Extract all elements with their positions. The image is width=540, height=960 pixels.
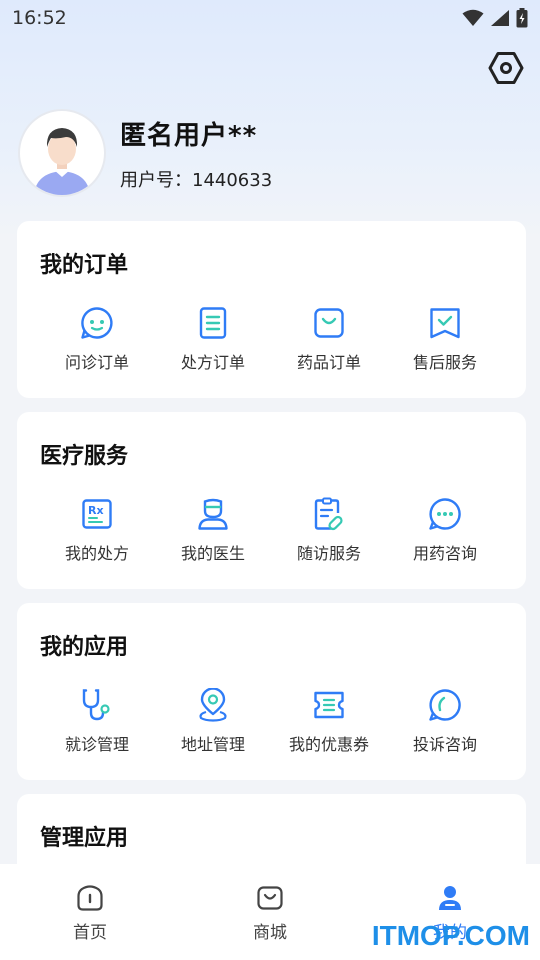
grid-item-complaint-consult[interactable]: 投诉咨询	[387, 687, 503, 757]
grid-item-followup[interactable]: 随访服务	[271, 496, 387, 566]
grid-label: 售后服务	[412, 353, 477, 372]
profile-header[interactable]: 匿名用户** 用户号：1440633	[18, 108, 518, 198]
card-title: 我的订单	[40, 253, 129, 278]
rx-icon: Rx	[79, 496, 115, 532]
grid-item-address-management[interactable]: 地址管理	[155, 687, 271, 757]
status-time: 16:52	[12, 7, 67, 29]
stethoscope-icon	[79, 687, 115, 723]
tab-label: 商城	[253, 923, 287, 943]
followup-icon	[311, 496, 347, 532]
after-sales-icon	[427, 305, 463, 341]
grid-item-medicine-order[interactable]: 药品订单	[271, 305, 387, 375]
grid-label: 地址管理	[180, 735, 245, 754]
user-icon	[439, 886, 461, 910]
status-icons	[462, 8, 528, 28]
grid-item-my-prescription[interactable]: Rx 我的处方	[39, 496, 155, 566]
chat-icon	[427, 496, 463, 532]
tab-shop[interactable]: 商城	[180, 864, 360, 960]
user-id-label: 用户号：	[120, 169, 192, 191]
grid-label: 药品订单	[296, 353, 361, 372]
profile-text: 匿名用户** 用户号：1440633	[120, 115, 272, 192]
grid-label: 随访服务	[296, 544, 361, 563]
grid-label: 我的医生	[180, 544, 245, 563]
grid-label: 就诊管理	[64, 735, 129, 754]
grid-item-prescription-order[interactable]: 处方订单	[155, 305, 271, 375]
card-my-orders: 我的订单 问诊订单 处方订单 药品订单 售后服务	[17, 221, 526, 398]
tab-label: 首页	[73, 923, 107, 943]
card-title: 管理应用	[40, 826, 129, 851]
location-icon	[195, 687, 231, 723]
coupon-icon	[311, 687, 347, 723]
signal-icon	[491, 10, 509, 26]
grid-item-my-doctor[interactable]: 我的医生	[155, 496, 271, 566]
avatar-person-icon	[34, 128, 90, 195]
status-bar: 16:52	[0, 0, 540, 36]
card-title: 我的应用	[40, 635, 129, 660]
grid-label: 投诉咨询	[412, 735, 477, 754]
card-title: 医疗服务	[40, 444, 129, 469]
svg-text:Rx: Rx	[88, 504, 104, 517]
grid-label: 问诊订单	[64, 353, 129, 372]
user-id-row: 用户号：1440633	[120, 166, 272, 192]
grid-item-after-sales[interactable]: 售后服务	[387, 305, 503, 375]
grid-item-visit-management[interactable]: 就诊管理	[39, 687, 155, 757]
grid-label: 处方订单	[180, 353, 245, 372]
avatar[interactable]	[18, 109, 106, 197]
doctor-icon	[195, 496, 231, 532]
home-icon	[77, 885, 103, 911]
shop-bag-icon	[257, 886, 283, 910]
tab-home[interactable]: 首页	[0, 864, 180, 960]
battery-icon	[516, 8, 528, 28]
prescription-order-icon	[195, 305, 231, 341]
grid-item-my-coupons[interactable]: 我的优惠券	[271, 687, 387, 757]
grid-item-medication-consult[interactable]: 用药咨询	[387, 496, 503, 566]
complaint-icon	[427, 687, 463, 723]
consult-order-icon	[79, 305, 115, 341]
medicine-order-icon	[311, 305, 347, 341]
user-name: 匿名用户**	[120, 120, 258, 151]
grid-label: 用药咨询	[412, 544, 477, 563]
card-my-apps: 我的应用 就诊管理 地址管理 我的优惠券 投诉咨询	[17, 603, 526, 780]
settings-button[interactable]	[488, 50, 524, 86]
grid-label: 我的优惠券	[288, 735, 369, 754]
grid-item-consult-order[interactable]: 问诊订单	[39, 305, 155, 375]
settings-hex-icon	[488, 52, 524, 84]
card-medical-services: 医疗服务 Rx 我的处方 我的医生 随访服务 用药咨询	[17, 412, 526, 589]
grid-label: 我的处方	[64, 544, 129, 563]
wifi-icon	[462, 9, 484, 26]
watermark: ITMOP.COM	[371, 920, 530, 951]
user-id-value: 1440633	[192, 169, 273, 191]
